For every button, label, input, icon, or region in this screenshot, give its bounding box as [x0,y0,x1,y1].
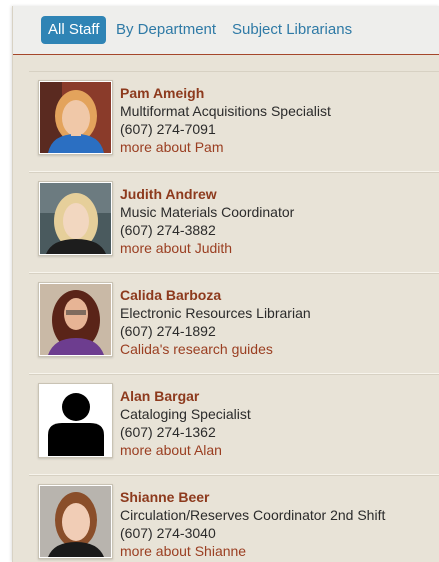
staff-info: Shianne Beer Circulation/Reserves Coordi… [120,488,385,560]
staff-photo[interactable] [38,181,113,256]
staff-photo[interactable] [38,80,113,155]
staff-title: Circulation/Reserves Coordinator 2nd Shi… [120,507,386,523]
staff-card: Calida Barboza Electronic Resources Libr… [29,273,439,374]
staff-photo[interactable] [38,282,113,357]
staff-more-link[interactable]: more about Pam [120,138,331,156]
staff-card: Shianne Beer Circulation/Reserves Coordi… [29,475,439,562]
staff-phone: (607) 274-3882 [120,222,216,238]
staff-info: Judith Andrew Music Materials Coordinato… [120,185,294,257]
staff-list: Pam Ameigh Multiformat Acquisitions Spec… [29,71,439,562]
staff-name[interactable]: Judith Andrew [120,185,294,203]
staff-phone: (607) 274-3040 [120,525,216,541]
staff-info: Alan Bargar Cataloging Specialist (607) … [120,387,251,459]
staff-card: Pam Ameigh Multiformat Acquisitions Spec… [29,71,439,172]
staff-more-link[interactable]: more about Alan [120,441,251,459]
staff-card: Alan Bargar Cataloging Specialist (607) … [29,374,439,475]
staff-directory-panel: All Staff By Department Subject Libraria… [12,6,439,562]
staff-phone: (607) 274-1362 [120,424,216,440]
staff-photo-placeholder[interactable] [38,383,113,458]
staff-info: Pam Ameigh Multiformat Acquisitions Spec… [120,84,331,156]
staff-research-guides-link[interactable]: Calida's research guides [120,340,311,358]
staff-name[interactable]: Pam Ameigh [120,84,331,102]
tab-all-staff[interactable]: All Staff [41,16,107,44]
person-silhouette-icon [40,385,111,456]
staff-title: Electronic Resources Librarian [120,305,311,321]
staff-more-link[interactable]: more about Shianne [120,542,385,560]
staff-phone: (607) 274-1892 [120,323,216,339]
staff-name[interactable]: Calida Barboza [120,286,311,304]
staff-name[interactable]: Shianne Beer [120,488,385,506]
staff-more-link[interactable]: more about Judith [120,239,294,257]
staff-title: Music Materials Coordinator [120,204,295,220]
staff-title: Multiformat Acquisitions Specialist [120,103,331,119]
staff-name[interactable]: Alan Bargar [120,387,251,405]
staff-photo[interactable] [38,484,113,559]
staff-card: Judith Andrew Music Materials Coordinato… [29,172,439,273]
tab-subject-librarians[interactable]: Subject Librarians [232,16,352,44]
staff-info: Calida Barboza Electronic Resources Libr… [120,286,311,358]
tab-by-department[interactable]: By Department [116,16,216,44]
staff-phone: (607) 274-7091 [120,121,216,137]
filter-tabs: All Staff By Department Subject Libraria… [13,6,439,55]
staff-title: Cataloging Specialist [120,406,251,422]
